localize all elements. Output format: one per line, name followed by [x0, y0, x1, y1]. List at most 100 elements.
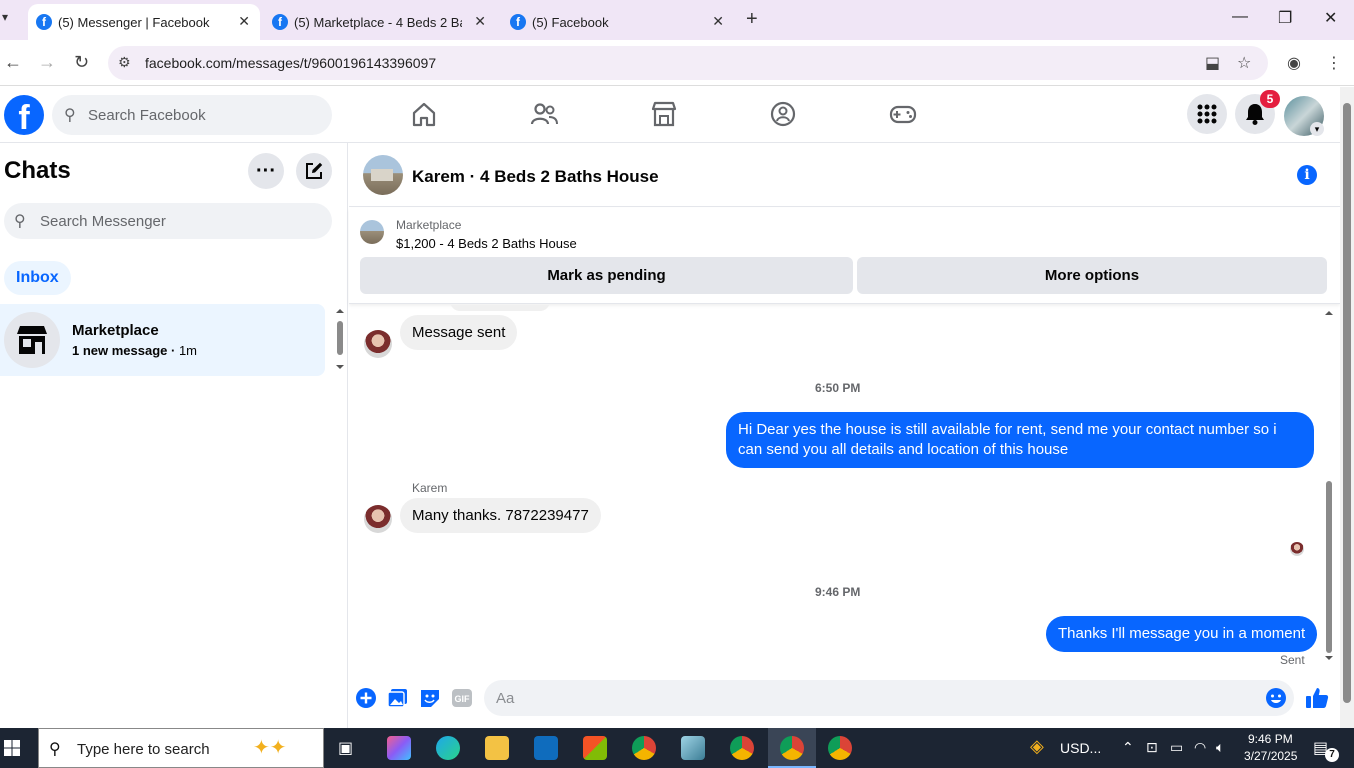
facebook-logo-icon[interactable]: f: [4, 95, 44, 135]
message-status: Sent: [1280, 653, 1305, 667]
sender-name: Karem: [412, 481, 448, 495]
battery-icon[interactable]: ▭: [1170, 739, 1183, 756]
address-bar[interactable]: ⚙ facebook.com/messages/t/96001961433960…: [108, 46, 1268, 80]
facebook-search-input[interactable]: [88, 95, 324, 135]
install-app-icon[interactable]: ⬓: [1205, 53, 1220, 73]
window-close-icon[interactable]: ✕: [1324, 8, 1337, 28]
clock-date[interactable]: 3/27/2025: [1244, 749, 1297, 763]
photo-icon[interactable]: [387, 687, 409, 709]
chat-time: 1m: [178, 343, 198, 358]
chrome-other-icon[interactable]: [828, 736, 852, 760]
search-icon: ⚲: [64, 107, 76, 124]
thumbs-up-icon[interactable]: [1305, 686, 1329, 710]
sticker-icon[interactable]: [419, 687, 441, 709]
currency-widget[interactable]: USD...: [1060, 740, 1101, 756]
copilot-icon[interactable]: [387, 736, 411, 760]
contact-avatar[interactable]: [363, 155, 403, 195]
message-composer: GIF: [349, 676, 1340, 720]
currency-coins-icon[interactable]: ◈: [1030, 736, 1044, 757]
facebook-favicon-icon: f: [510, 14, 526, 30]
tab-facebook[interactable]: f (5) Facebook ✕: [502, 4, 734, 40]
mark-as-pending-button[interactable]: Mark as pending: [360, 257, 853, 294]
minimize-icon[interactable]: —: [1232, 8, 1248, 26]
site-info-icon[interactable]: ⚙: [118, 54, 131, 71]
conversation-title[interactable]: Karem · 4 Beds 2 Baths House: [412, 167, 659, 187]
clock-time[interactable]: 9:46 PM: [1248, 732, 1293, 746]
active-chrome-taskbar-item[interactable]: [768, 728, 816, 768]
menu-grid-button[interactable]: [1187, 94, 1227, 134]
tab-messenger[interactable]: f (5) Messenger | Facebook ✕: [28, 4, 260, 40]
message-thread: Message sent 6:50 PM Hi Dear yes the hou…: [349, 305, 1340, 670]
search-icon: ⚲: [14, 213, 26, 230]
bell-icon: [1246, 104, 1264, 125]
page-scrollbar[interactable]: [1340, 87, 1354, 728]
profile-circle-icon[interactable]: ◉: [1287, 53, 1301, 73]
gaming-icon[interactable]: [888, 99, 918, 129]
browser-toolbar: ← → ↻ ⚙ facebook.com/messages/t/96001961…: [0, 40, 1354, 86]
chats-title: Chats: [4, 157, 71, 184]
volume-icon[interactable]: 🔈︎: [1216, 739, 1224, 756]
listing-thumbnail[interactable]: [360, 220, 384, 244]
search-highlight-icon: ✦✦: [253, 737, 287, 759]
tab-inbox[interactable]: Inbox: [4, 261, 71, 295]
outlook-icon[interactable]: [534, 736, 558, 760]
browser-menu-icon[interactable]: ⋮: [1326, 53, 1342, 73]
microsoft-store-icon[interactable]: [583, 736, 607, 760]
marketplace-label: Marketplace: [396, 218, 462, 232]
tray-chevron-up-icon[interactable]: ⌃: [1122, 739, 1134, 756]
marketplace-listing-card: Marketplace $1,200 - 4 Beds 2 Baths Hous…: [349, 208, 1340, 304]
listing-title[interactable]: $1,200 - 4 Beds 2 Baths House: [396, 236, 577, 251]
message-input-wrapper: [484, 680, 1294, 716]
search-icon: ⚲: [49, 741, 61, 758]
chat-list-scrollbar[interactable]: [334, 307, 346, 371]
chat-preview-text: 1 new message: [72, 343, 168, 358]
new-message-button[interactable]: [296, 153, 332, 189]
conversation-header: Karem · 4 Beds 2 Baths House i: [349, 143, 1340, 207]
tab-marketplace[interactable]: f (5) Marketplace - 4 Beds 2 Baths ✕: [264, 4, 496, 40]
notification-center-badge: 7: [1325, 748, 1339, 762]
file-explorer-icon[interactable]: [485, 736, 509, 760]
marketplace-icon[interactable]: [649, 99, 679, 129]
chevron-down-icon[interactable]: ▾: [1310, 122, 1324, 136]
message-bubble-outgoing: Thanks I'll message you in a moment: [1046, 616, 1318, 652]
page-scrollbar-thumb[interactable]: [1343, 103, 1351, 703]
back-arrow-icon[interactable]: ←: [4, 52, 22, 73]
tab-close-icon[interactable]: ✕: [474, 13, 486, 30]
tab-close-icon[interactable]: ✕: [238, 13, 250, 30]
message-timestamp: 6:50 PM: [815, 381, 861, 395]
windows-start-icon[interactable]: [4, 740, 20, 756]
bookmark-star-icon[interactable]: ☆: [1237, 53, 1251, 73]
gif-icon[interactable]: GIF: [451, 687, 473, 709]
home-icon[interactable]: [409, 99, 439, 129]
message-input[interactable]: [496, 680, 1256, 716]
chrome-icon[interactable]: [632, 736, 656, 760]
notepad-icon[interactable]: [681, 736, 705, 760]
chat-options-button[interactable]: ···: [248, 153, 284, 189]
more-options-button[interactable]: More options: [857, 257, 1327, 294]
reload-icon[interactable]: ↻: [74, 52, 89, 73]
maximize-icon[interactable]: ❐: [1278, 8, 1292, 28]
seen-indicator-avatar: [1290, 542, 1304, 556]
storefront-icon: [17, 326, 47, 354]
thread-scrollbar[interactable]: [1323, 308, 1335, 663]
groups-icon[interactable]: [768, 99, 798, 129]
wifi-icon[interactable]: ◠: [1194, 739, 1206, 756]
meet-camera-icon[interactable]: ⊡: [1146, 739, 1158, 756]
chrome-profile-icon[interactable]: [730, 736, 754, 760]
taskbar-search[interactable]: ⚲ Type here to search ✦✦: [38, 728, 324, 768]
edge-browser-icon[interactable]: [436, 736, 460, 760]
tab-search-chevron-icon[interactable]: ▾: [2, 10, 8, 24]
browser-tabbar: ▾ f (5) Messenger | Facebook ✕ f (5) Mar…: [0, 0, 1354, 40]
task-view-icon[interactable]: ▣: [338, 738, 353, 758]
messenger-search-input[interactable]: [40, 203, 324, 239]
more-dots-icon: ···: [256, 160, 276, 182]
forward-arrow-icon[interactable]: →: [38, 52, 56, 73]
add-plus-icon[interactable]: [355, 687, 377, 709]
new-tab-plus-icon[interactable]: +: [746, 8, 758, 31]
previous-message-bubble: [450, 305, 550, 311]
chat-list-item[interactable]: Marketplace 1 new message · 1m: [0, 304, 325, 376]
emoji-icon[interactable]: [1265, 687, 1287, 709]
info-icon[interactable]: i: [1297, 165, 1317, 185]
tab-close-icon[interactable]: ✕: [712, 13, 724, 30]
friends-icon[interactable]: [529, 99, 559, 129]
